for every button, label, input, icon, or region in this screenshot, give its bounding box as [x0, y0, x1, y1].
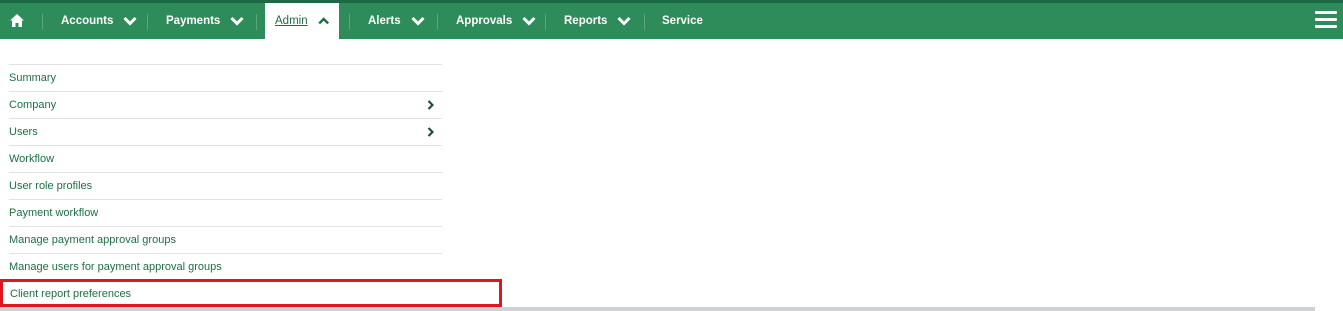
nav-separator — [644, 14, 645, 30]
menu-item-label: Summary — [9, 72, 57, 84]
nav-item-admin[interactable]: Admin — [265, 3, 339, 39]
menu-item-label: Users — [9, 126, 38, 138]
menu-item-label: Workflow — [9, 153, 55, 165]
menu-item-label: Manage users for payment approval groups — [9, 261, 222, 273]
chevron-right-icon — [427, 100, 434, 110]
nav-item-label: Admin — [275, 15, 308, 27]
nav-item-accounts[interactable]: Accounts — [61, 3, 137, 39]
admin-menu-item-payment-workflow[interactable]: Payment workflow — [9, 199, 442, 226]
admin-menu-item-summary[interactable]: Summary — [9, 64, 442, 91]
chevron-down-icon — [617, 16, 632, 26]
main-navigation-bar: Accounts Payments Admin Alerts Approvals… — [0, 3, 1343, 39]
chevron-right-icon — [427, 127, 434, 137]
nav-separator — [147, 14, 148, 30]
hamburger-menu-icon[interactable] — [1315, 9, 1337, 31]
admin-menu-item-manage-payment-approval-groups[interactable]: Manage payment approval groups — [9, 226, 442, 253]
nav-item-service[interactable]: Service — [662, 3, 703, 39]
admin-menu-item-user-role-profiles[interactable]: User role profiles — [9, 172, 442, 199]
nav-separator — [437, 14, 438, 30]
nav-separator — [349, 14, 350, 30]
nav-item-label: Service — [662, 15, 703, 27]
chevron-up-icon — [317, 17, 329, 25]
home-icon[interactable] — [8, 12, 26, 30]
nav-item-label: Accounts — [61, 15, 114, 27]
menu-item-label: Manage payment approval groups — [9, 234, 176, 246]
chevron-down-icon — [522, 16, 536, 26]
admin-menu-item-company[interactable]: Company — [9, 91, 442, 118]
nav-separator — [545, 14, 546, 30]
nav-separator — [42, 14, 43, 30]
admin-dropdown-menu: Summary Company Users Workflow User role… — [9, 64, 442, 280]
menu-item-label: Payment workflow — [9, 207, 99, 219]
chevron-down-icon — [123, 16, 137, 26]
admin-menu-item-users[interactable]: Users — [9, 118, 442, 145]
nav-item-label: Approvals — [456, 15, 513, 27]
nav-item-alerts[interactable]: Alerts — [368, 3, 425, 39]
menu-item-label: Company — [9, 99, 57, 111]
chevron-down-icon — [411, 16, 425, 26]
nav-item-label: Reports — [564, 15, 608, 27]
nav-item-label: Payments — [166, 15, 221, 27]
nav-item-label: Alerts — [368, 15, 401, 27]
nav-separator — [256, 14, 257, 30]
bottom-divider — [0, 307, 1343, 311]
nav-item-payments[interactable]: Payments — [166, 3, 244, 39]
menu-item-label: User role profiles — [9, 180, 93, 192]
chevron-down-icon — [230, 16, 244, 26]
admin-menu-item-manage-users-payment-approval-groups[interactable]: Manage users for payment approval groups — [9, 253, 442, 280]
nav-item-reports[interactable]: Reports — [564, 3, 632, 39]
admin-menu-item-client-report-preferences[interactable]: Client report preferences — [10, 288, 131, 300]
admin-menu-item-workflow[interactable]: Workflow — [9, 145, 442, 172]
scrollbar-gap — [1315, 305, 1343, 311]
nav-item-approvals[interactable]: Approvals — [456, 3, 536, 39]
